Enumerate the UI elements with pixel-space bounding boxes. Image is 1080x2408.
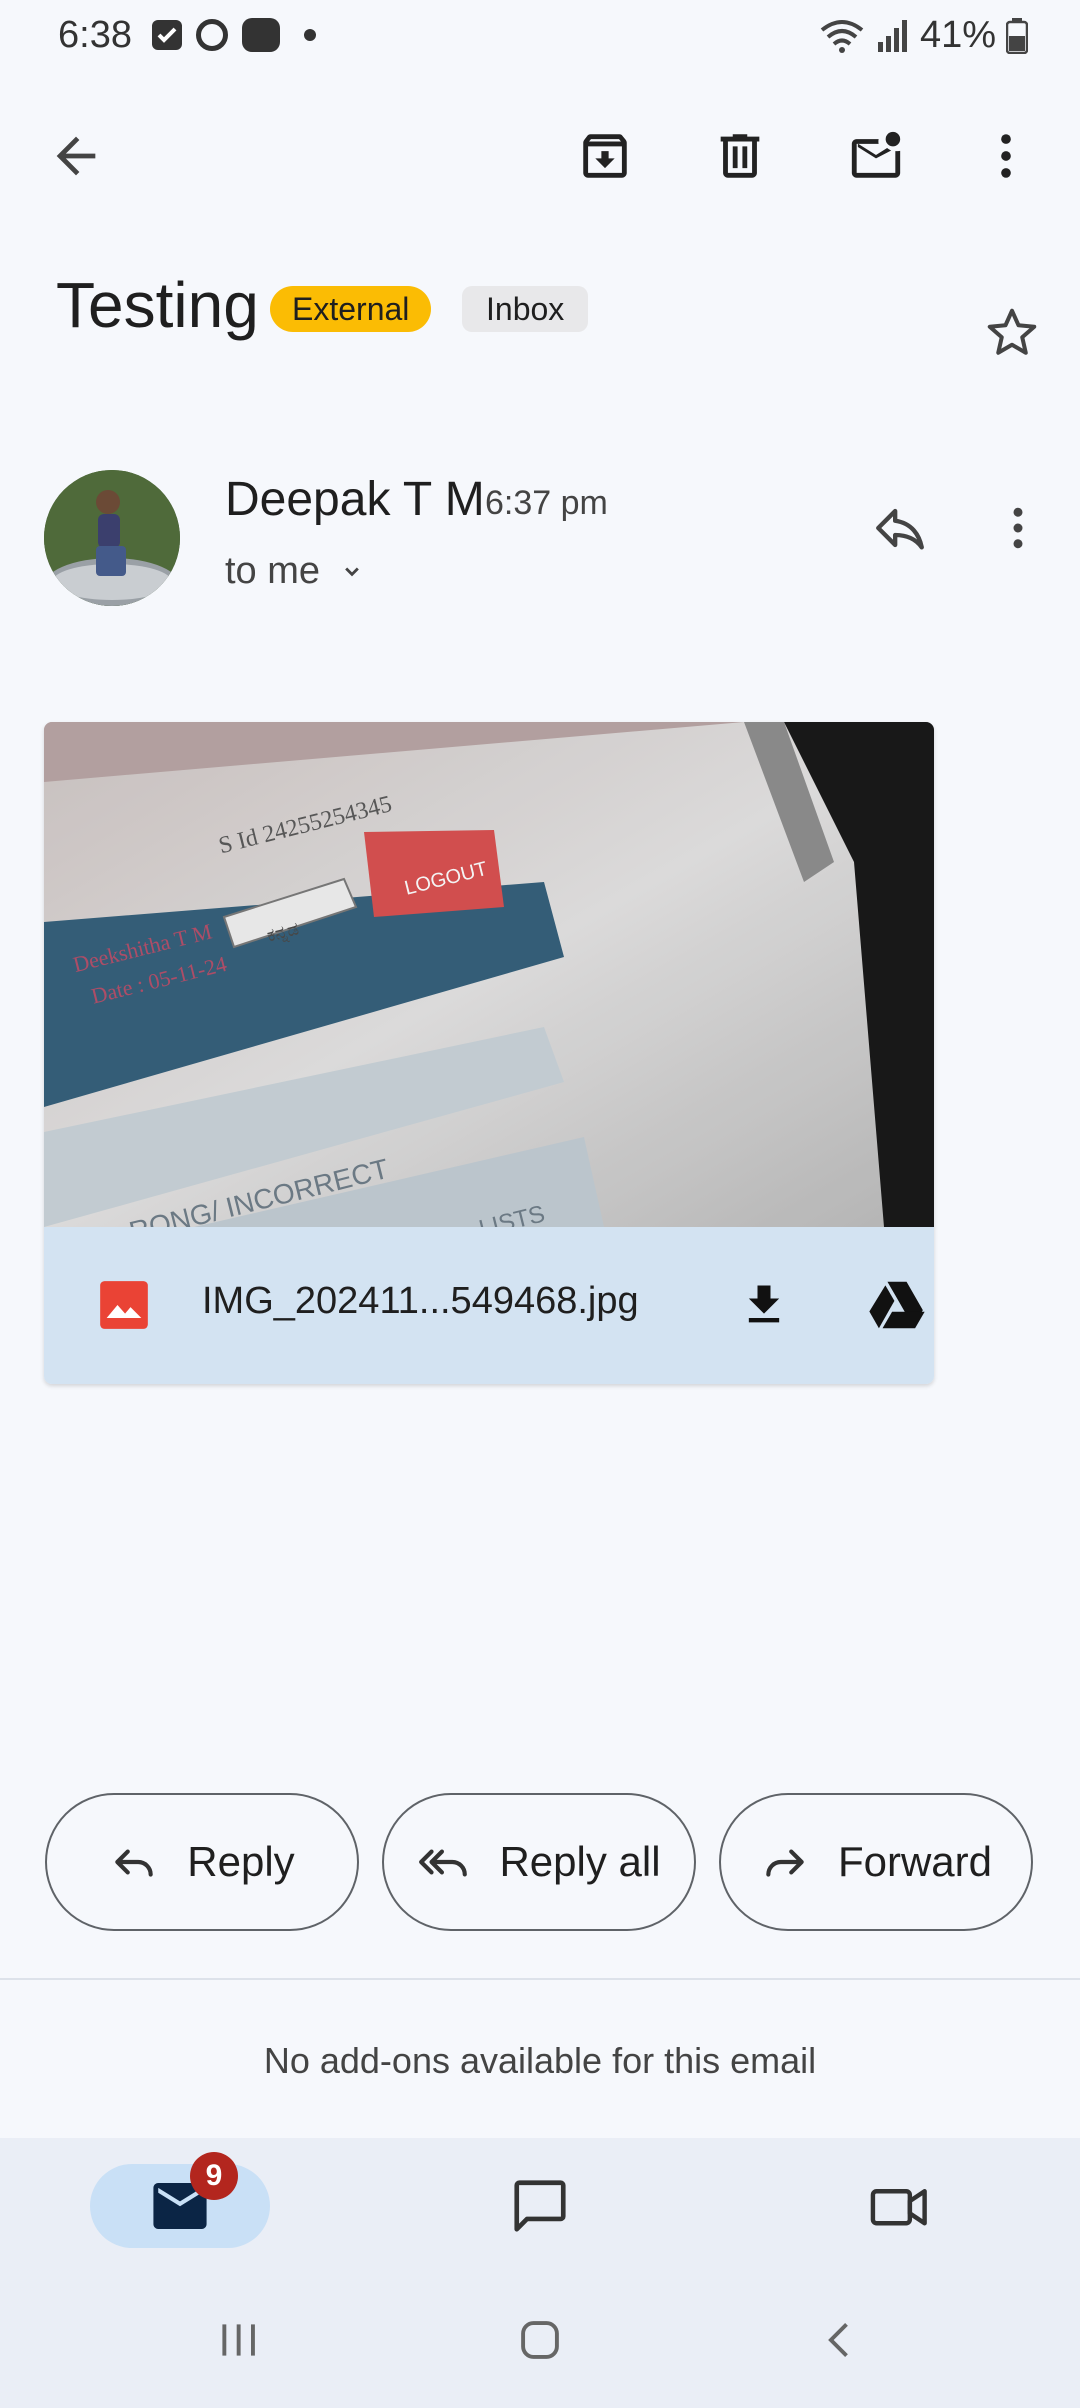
archive-button[interactable]: [565, 116, 645, 196]
nav-meet[interactable]: [860, 2166, 940, 2246]
attachment-card[interactable]: S Id 24255254345 LOGOUT Deekshitha T M D…: [44, 722, 934, 1384]
delete-button[interactable]: [700, 116, 780, 196]
recipient-label: to me: [225, 550, 321, 592]
app-notification-icon: [242, 18, 280, 52]
forward-button[interactable]: Forward: [719, 1793, 1033, 1931]
more-options-button[interactable]: [966, 116, 1046, 196]
reply-button[interactable]: Reply: [45, 1793, 359, 1931]
star-outline-icon: [987, 308, 1037, 355]
nav-mail[interactable]: [90, 2164, 270, 2248]
reply-all-label: Reply all: [499, 1838, 661, 1885]
message-more-button[interactable]: [978, 488, 1058, 568]
home-icon: [521, 2321, 559, 2359]
reply-all-icon: [419, 1849, 468, 1877]
bottom-navigation: 9: [0, 2138, 1080, 2408]
drive-icon: [869, 1281, 925, 1329]
sync-notification-icon: [196, 19, 228, 51]
more-vert-icon: [1001, 134, 1011, 178]
home-button[interactable]: [500, 2300, 580, 2380]
forward-icon: [766, 1849, 804, 1877]
attachment-photo: S Id 24255254345 LOGOUT Deekshitha T M D…: [44, 722, 934, 1227]
wifi-icon: [820, 19, 864, 53]
mark-unread-button[interactable]: [836, 116, 916, 196]
reply-label: Reply: [187, 1838, 295, 1885]
battery-icon: [1006, 17, 1028, 54]
signal-icon: [877, 19, 907, 52]
email-subject: Testing: [56, 269, 259, 341]
label-chip-external[interactable]: External: [270, 286, 432, 332]
chevron-left-icon: [828, 2323, 848, 2357]
chat-icon: [514, 2180, 566, 2232]
chevron-down-icon: [345, 567, 359, 576]
download-button[interactable]: [724, 1265, 804, 1345]
reply-icon: [876, 508, 924, 550]
attachment-preview-image[interactable]: S Id 24255254345 LOGOUT Deekshitha T M D…: [44, 722, 934, 1227]
forward-label: Forward: [837, 1838, 993, 1885]
email-time: 6:37 pm: [485, 484, 608, 522]
divider: [0, 1978, 1080, 1980]
image-file-icon: [100, 1281, 148, 1329]
battery-percent: 41%: [919, 14, 996, 56]
label-chip-inbox[interactable]: Inbox: [462, 286, 589, 332]
sender-avatar[interactable]: [44, 470, 180, 606]
avatar-photo: [44, 470, 180, 606]
more-vert-icon: [1013, 507, 1023, 549]
archive-icon: [583, 134, 627, 178]
status-time: 6:38: [58, 14, 132, 56]
status-bar: 6:38 41%: [0, 0, 1080, 72]
addons-message: No add-ons available for this email: [263, 2040, 817, 2081]
reply-all-button[interactable]: Reply all: [382, 1793, 696, 1931]
nav-chat[interactable]: [500, 2166, 580, 2246]
attachment-footer: IMG_202411...549468.jpg: [44, 1227, 934, 1384]
star-button[interactable]: [972, 292, 1052, 372]
recents-icon: [222, 2324, 255, 2356]
download-icon: [748, 1285, 780, 1323]
status-right: 41%: [818, 14, 1028, 57]
more-notifications-icon: [304, 29, 316, 41]
mark-unread-icon: [851, 131, 901, 178]
save-to-drive-button[interactable]: [857, 1265, 934, 1345]
notification-icons: [152, 18, 316, 52]
sender-name[interactable]: Deepak T M: [225, 472, 485, 527]
attachment-filename[interactable]: IMG_202411...549468.jpg: [202, 1280, 639, 1323]
video-camera-icon: [870, 2189, 927, 2226]
unread-count-badge: 9: [190, 2152, 238, 2200]
arrow-back-icon: [56, 136, 96, 176]
recipient-details-toggle[interactable]: to me: [225, 550, 366, 593]
trash-icon: [720, 134, 760, 178]
system-back-button[interactable]: [800, 2300, 880, 2380]
reply-icon: [115, 1849, 154, 1877]
recents-button[interactable]: [198, 2300, 278, 2380]
checkbox-notification-icon: [152, 20, 182, 50]
back-button[interactable]: [36, 116, 116, 196]
reply-icon-button[interactable]: [860, 488, 940, 568]
